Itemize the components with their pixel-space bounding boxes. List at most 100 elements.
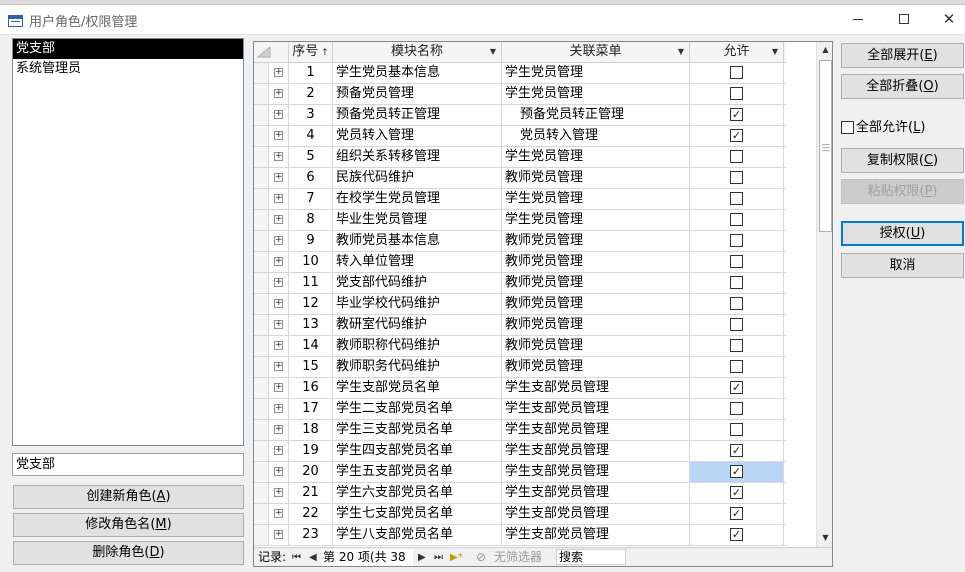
expand-cell[interactable]: + xyxy=(269,315,289,335)
module-name-cell[interactable]: 学生五支部党员名单 xyxy=(333,462,502,482)
allow-cell[interactable] xyxy=(690,273,784,293)
allow-checkbox[interactable]: ✓ xyxy=(730,444,743,457)
expand-cell[interactable]: + xyxy=(269,84,289,104)
menu-cell[interactable]: 学生支部党员管理 xyxy=(502,525,690,545)
role-name-field[interactable]: 党支部 xyxy=(12,453,244,476)
expand-cell[interactable]: + xyxy=(269,210,289,230)
allow-checkbox[interactable] xyxy=(730,318,743,331)
dropdown-arrow-icon[interactable]: ▼ xyxy=(678,42,684,62)
table-row[interactable]: +19 学生四支部党员名单 学生支部党员管理 ✓ xyxy=(254,441,786,462)
table-row[interactable]: +1 学生党员基本信息 学生党员管理 xyxy=(254,63,786,84)
allow-cell[interactable] xyxy=(690,147,784,167)
current-record-field[interactable]: 第 20 项(共 38 I xyxy=(321,549,413,566)
module-name-cell[interactable]: 在校学生党员管理 xyxy=(333,189,502,209)
last-record-icon[interactable]: ⏭ xyxy=(434,548,443,566)
allow-cell[interactable] xyxy=(690,336,784,356)
table-row[interactable]: +6 民族代码维护 教师党员管理 xyxy=(254,168,786,189)
plus-icon[interactable]: + xyxy=(274,488,283,497)
expand-cell[interactable]: + xyxy=(269,420,289,440)
module-name-cell[interactable]: 学生七支部党员名单 xyxy=(333,504,502,524)
expand-cell[interactable]: + xyxy=(269,294,289,314)
vertical-scrollbar[interactable]: ▲ — — — ▼ xyxy=(816,42,832,547)
next-record-icon[interactable]: ▶ xyxy=(418,548,426,566)
maximize-button[interactable] xyxy=(884,7,924,31)
expand-all-button[interactable]: 全部展开(E) xyxy=(841,43,964,68)
collapse-all-button[interactable]: 全部折叠(O) xyxy=(841,74,964,99)
module-name-cell[interactable]: 学生党员基本信息 xyxy=(333,63,502,83)
module-name-cell[interactable]: 教研室代码维护 xyxy=(333,315,502,335)
expand-cell[interactable]: + xyxy=(269,483,289,503)
plus-icon[interactable]: + xyxy=(274,131,283,140)
plus-icon[interactable]: + xyxy=(274,278,283,287)
plus-icon[interactable]: + xyxy=(274,173,283,182)
allow-cell[interactable] xyxy=(690,252,784,272)
table-row[interactable]: +5 组织关系转移管理 学生党员管理 xyxy=(254,147,786,168)
module-name-cell[interactable]: 预备党员管理 xyxy=(333,84,502,104)
allow-cell[interactable] xyxy=(690,420,784,440)
module-name-cell[interactable]: 教师党员基本信息 xyxy=(333,231,502,251)
plus-icon[interactable]: + xyxy=(274,194,283,203)
plus-icon[interactable]: + xyxy=(274,68,283,77)
module-name-cell[interactable]: 组织关系转移管理 xyxy=(333,147,502,167)
table-row[interactable]: +20 学生五支部党员名单 学生支部党员管理 ✓ xyxy=(254,462,786,483)
scroll-up-icon[interactable]: ▲ xyxy=(819,43,832,57)
no-filter-button[interactable]: 无筛选器 xyxy=(494,548,542,566)
menu-cell[interactable]: 学生支部党员管理 xyxy=(502,378,690,398)
delete-role-button[interactable]: 删除角色(D) xyxy=(13,541,244,565)
table-row[interactable]: +23 学生八支部党员名单 学生支部党员管理 ✓ xyxy=(254,525,786,546)
module-name-cell[interactable]: 学生二支部党员名单 xyxy=(333,399,502,419)
module-name-cell[interactable]: 学生六支部党员名单 xyxy=(333,483,502,503)
expand-cell[interactable]: + xyxy=(269,399,289,419)
allow-cell[interactable]: ✓ xyxy=(690,441,784,461)
row-selector[interactable] xyxy=(254,357,269,377)
table-row[interactable]: +18 学生三支部党员名单 学生支部党员管理 xyxy=(254,420,786,441)
row-selector[interactable] xyxy=(254,315,269,335)
table-row[interactable]: +12 毕业学校代码维护 教师党员管理 xyxy=(254,294,786,315)
expand-cell[interactable]: + xyxy=(269,441,289,461)
menu-cell[interactable]: 教师党员管理 xyxy=(502,315,690,335)
scroll-down-icon[interactable]: ▼ xyxy=(819,531,832,545)
expand-cell[interactable]: + xyxy=(269,252,289,272)
role-list[interactable]: 党支部 系统管理员 xyxy=(12,38,244,446)
row-selector[interactable] xyxy=(254,525,269,545)
allow-cell[interactable]: ✓ xyxy=(690,483,784,503)
expand-cell[interactable]: + xyxy=(269,273,289,293)
expand-cell[interactable]: + xyxy=(269,168,289,188)
allow-checkbox[interactable]: ✓ xyxy=(730,129,743,142)
row-selector[interactable] xyxy=(254,84,269,104)
table-row[interactable]: +10 转入单位管理 教师党员管理 xyxy=(254,252,786,273)
minimize-button[interactable] xyxy=(838,7,878,31)
copy-permission-button[interactable]: 复制权限(C) xyxy=(841,148,964,173)
expand-cell[interactable]: + xyxy=(269,525,289,545)
menu-cell[interactable]: 教师党员管理 xyxy=(502,252,690,272)
menu-cell[interactable]: 教师党员管理 xyxy=(502,336,690,356)
menu-cell[interactable]: 教师党员管理 xyxy=(502,168,690,188)
table-row[interactable]: +13 教研室代码维护 教师党员管理 xyxy=(254,315,786,336)
table-row[interactable]: +3 预备党员转正管理 预备党员转正管理 ✓ xyxy=(254,105,786,126)
plus-icon[interactable]: + xyxy=(274,446,283,455)
allow-cell[interactable] xyxy=(690,399,784,419)
expand-cell[interactable]: + xyxy=(269,189,289,209)
module-name-cell[interactable]: 民族代码维护 xyxy=(333,168,502,188)
allow-cell[interactable]: ✓ xyxy=(690,105,784,125)
expand-cell[interactable]: + xyxy=(269,105,289,125)
first-record-icon[interactable]: ⏮ xyxy=(292,548,301,566)
plus-icon[interactable]: + xyxy=(274,383,283,392)
row-selector[interactable] xyxy=(254,504,269,524)
checkbox-icon[interactable] xyxy=(841,121,854,134)
table-row[interactable]: +4 党员转入管理 党员转入管理 ✓ xyxy=(254,126,786,147)
expand-cell[interactable]: + xyxy=(269,462,289,482)
paste-permission-button[interactable]: 粘贴权限(P) xyxy=(841,179,964,204)
menu-cell[interactable]: 预备党员转正管理 xyxy=(502,105,690,125)
allow-cell[interactable]: ✓ xyxy=(690,504,784,524)
module-name-cell[interactable]: 预备党员转正管理 xyxy=(333,105,502,125)
menu-cell[interactable]: 学生支部党员管理 xyxy=(502,462,690,482)
module-name-cell[interactable]: 学生八支部党员名单 xyxy=(333,525,502,545)
allow-checkbox[interactable]: ✓ xyxy=(730,465,743,478)
expand-cell[interactable]: + xyxy=(269,126,289,146)
allow-checkbox[interactable]: ✓ xyxy=(730,507,743,520)
menu-cell[interactable]: 学生党员管理 xyxy=(502,189,690,209)
row-selector[interactable] xyxy=(254,336,269,356)
allow-cell[interactable] xyxy=(690,294,784,314)
create-role-button[interactable]: 创建新角色(A) xyxy=(13,485,244,509)
